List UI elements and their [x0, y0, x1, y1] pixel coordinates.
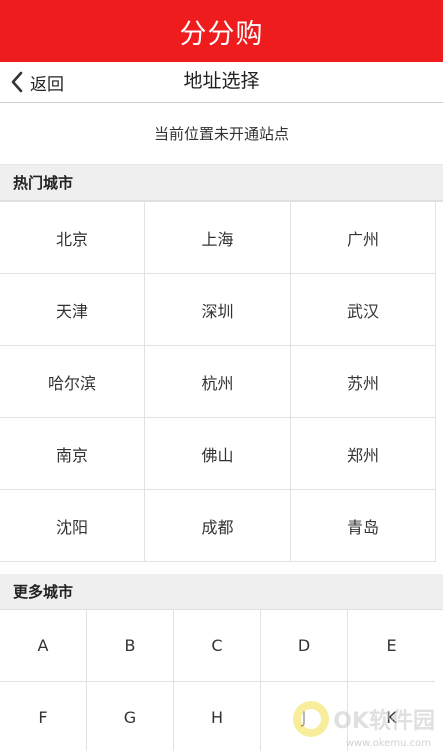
- city-item[interactable]: 哈尔滨: [0, 346, 145, 418]
- hot-cities-list: 北京 上海 广州 天津 深圳 武汉 哈尔滨 杭州 苏州 南京 佛山 郑州 沈阳 …: [0, 201, 443, 562]
- letter-item[interactable]: H: [174, 682, 261, 751]
- letter-item[interactable]: D: [261, 610, 348, 682]
- city-item[interactable]: 郑州: [291, 418, 436, 490]
- city-item[interactable]: 上海: [145, 202, 291, 274]
- nav-bar: 返回 地址选择: [0, 62, 443, 103]
- city-item[interactable]: 青岛: [291, 490, 436, 562]
- city-item[interactable]: 成都: [145, 490, 291, 562]
- city-item[interactable]: 苏州: [291, 346, 436, 418]
- letter-item[interactable]: B: [87, 610, 174, 682]
- letter-index-grid: A B C D E F G H J K: [0, 610, 443, 751]
- back-label: 返回: [30, 74, 64, 95]
- city-item[interactable]: 广州: [291, 202, 436, 274]
- letter-item[interactable]: G: [87, 682, 174, 751]
- hot-cities-header: 热门城市: [0, 165, 443, 201]
- app-title: 分分购: [179, 18, 264, 50]
- city-item[interactable]: 天津: [0, 274, 145, 346]
- chevron-left-icon: [11, 71, 23, 93]
- letter-item[interactable]: A: [0, 610, 87, 682]
- city-item[interactable]: 武汉: [291, 274, 436, 346]
- letter-item[interactable]: J: [261, 682, 348, 751]
- city-item[interactable]: 深圳: [145, 274, 291, 346]
- letter-item[interactable]: E: [348, 610, 435, 682]
- app-header: 分分购: [0, 0, 443, 62]
- location-notice: 当前位置未开通站点: [0, 103, 443, 165]
- watermark-url: www.okemu.com: [345, 738, 431, 749]
- page-title: 地址选择: [183, 69, 260, 92]
- letter-item[interactable]: C: [174, 610, 261, 682]
- letter-item[interactable]: F: [0, 682, 87, 751]
- city-item[interactable]: 杭州: [145, 346, 291, 418]
- city-item[interactable]: 北京: [0, 202, 145, 274]
- city-item[interactable]: 南京: [0, 418, 145, 490]
- more-cities-header: 更多城市: [0, 574, 443, 610]
- back-button[interactable]: 返回: [10, 67, 64, 97]
- hot-cities-grid: 北京 上海 广州 天津 深圳 武汉 哈尔滨 杭州 苏州 南京 佛山 郑州 沈阳 …: [0, 202, 443, 562]
- city-item[interactable]: 佛山: [145, 418, 291, 490]
- city-item[interactable]: 沈阳: [0, 490, 145, 562]
